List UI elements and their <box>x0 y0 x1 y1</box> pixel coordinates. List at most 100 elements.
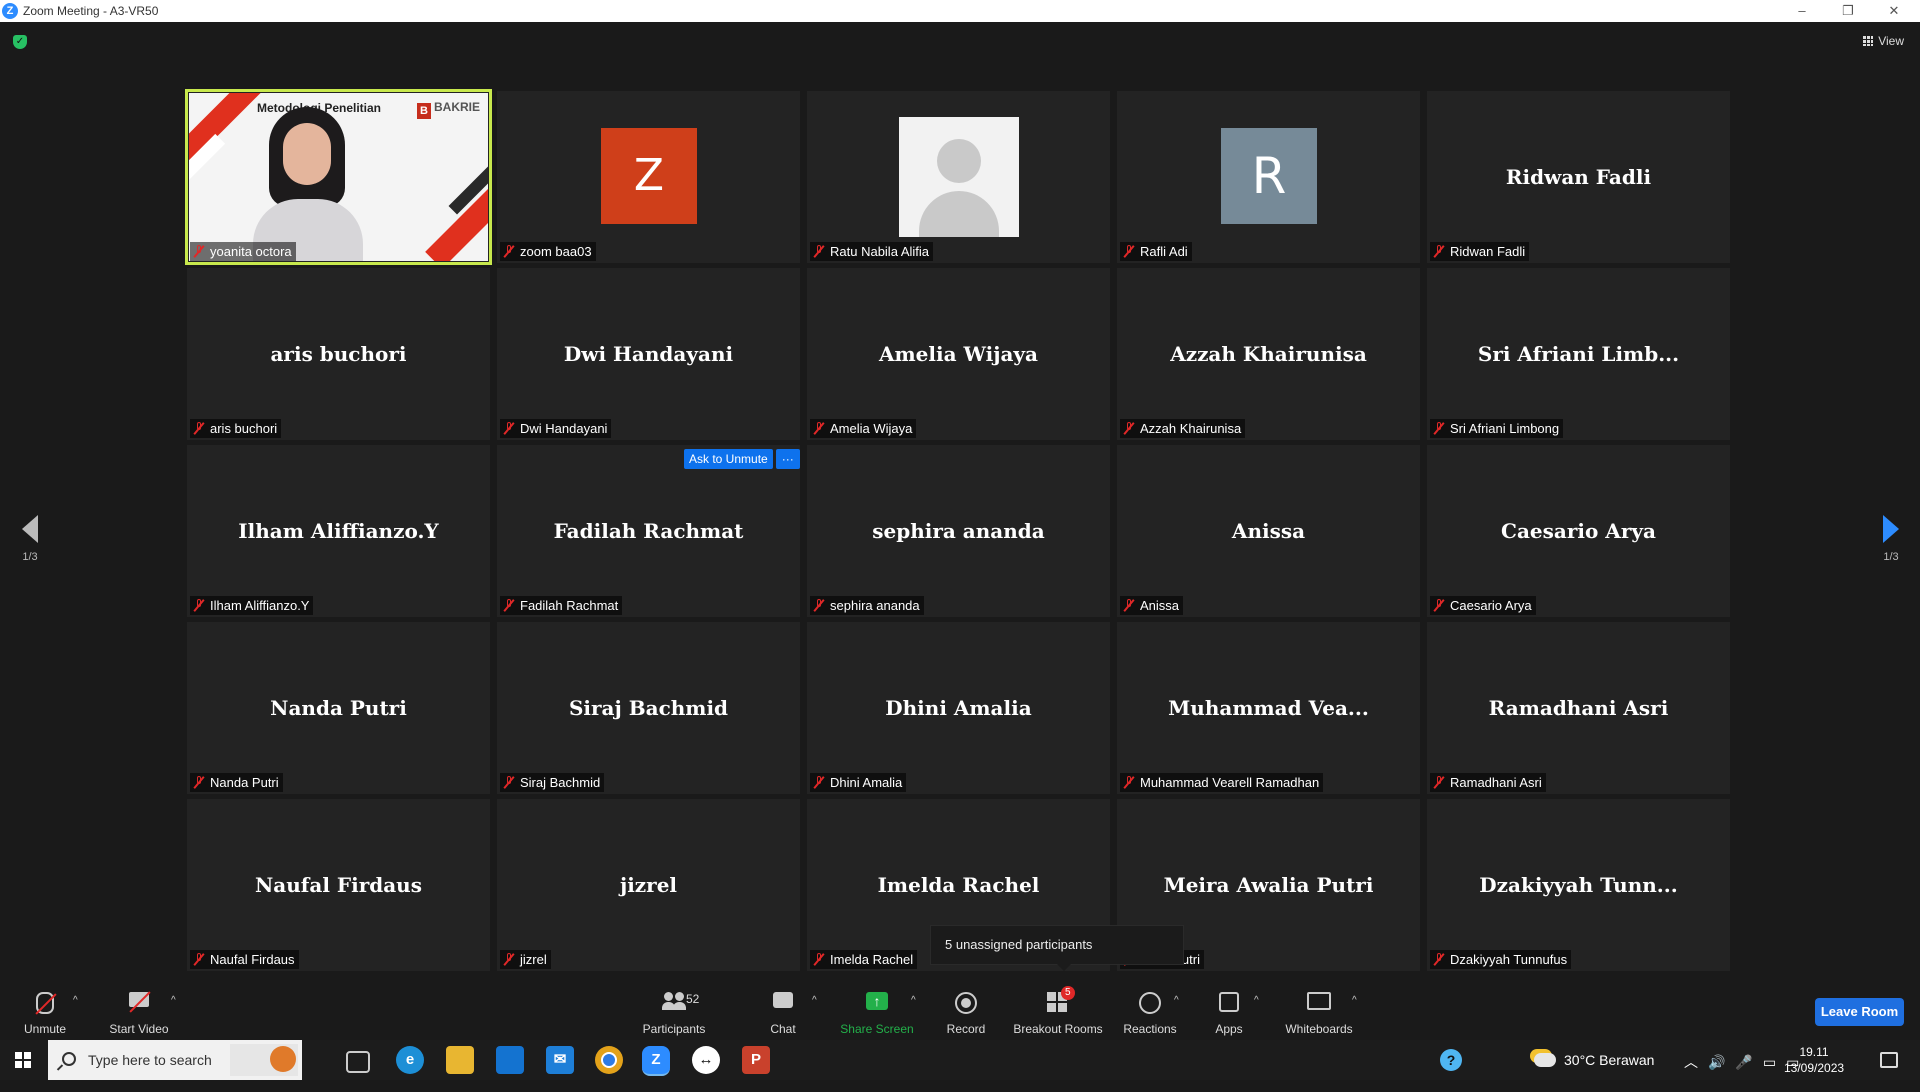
participant-name: Dzakiyyah Tunnufus <box>1450 952 1568 967</box>
participant-tile[interactable]: Azzah Khairunisa Azzah Khairunisa <box>1117 268 1420 440</box>
participant-tile[interactable]: Ilham Aliffianzo.Y Ilham Aliffianzo.Y <box>187 445 490 617</box>
participant-tile[interactable]: Siraj Bachmid Siraj Bachmid <box>497 622 800 794</box>
participant-display-name: Anissa <box>1231 519 1306 543</box>
window-titlebar: Z Zoom Meeting - A3-VR50 – ❐ ✕ <box>0 0 1920 22</box>
chrome-icon[interactable] <box>595 1046 623 1074</box>
shared-slide: Metodologi Penelitian B BAKRIE <box>189 93 488 261</box>
taskbar-search-box[interactable]: Type here to search <box>48 1040 302 1080</box>
participants-label: Participants <box>642 1022 706 1036</box>
participant-tile[interactable]: Fadilah Rachmat Fadilah Rachmat <box>497 445 800 617</box>
whiteboards-button[interactable]: Whiteboards <box>1282 980 1356 1036</box>
participant-display-name: Sri Afriani Limb... <box>1477 342 1680 366</box>
participant-tile[interactable]: Caesario Arya Caesario Arya <box>1427 445 1730 617</box>
teamviewer-icon[interactable]: ↔ <box>692 1046 720 1074</box>
participant-name: jizrel <box>520 952 547 967</box>
participant-tile[interactable]: sephira ananda sephira ananda <box>807 445 1110 617</box>
taskbar-clock[interactable]: 19.11 13/09/2023 <box>1784 1044 1844 1076</box>
restore-button[interactable]: ❐ <box>1838 2 1858 20</box>
share-options-caret[interactable]: ^ <box>911 995 916 1006</box>
more-options-button[interactable]: ··· <box>775 449 800 469</box>
microphone-muted-icon <box>193 422 205 435</box>
ask-to-unmute-button[interactable]: Ask to Unmute <box>684 449 773 469</box>
chat-icon <box>773 992 793 1008</box>
participant-tile[interactable]: aris buchori aris buchori <box>187 268 490 440</box>
whiteboard-icon <box>1307 992 1331 1010</box>
participant-tile[interactable]: Sri Afriani Limb... Sri Afriani Limbong <box>1427 268 1730 440</box>
participant-tile[interactable]: jizrel jizrel <box>497 799 800 971</box>
participant-tile[interactable]: Metodologi Penelitian B BAKRIE yoanita octo… <box>185 89 492 265</box>
windows-start-icon[interactable] <box>15 1052 31 1068</box>
record-button[interactable]: Record <box>942 980 990 1036</box>
microphone-muted-icon <box>1123 245 1135 258</box>
weather-widget[interactable]: 30°C Berawan <box>1534 1052 1654 1092</box>
participant-name: yoanita octora <box>210 244 292 259</box>
task-view-icon[interactable] <box>346 1051 370 1073</box>
unmute-button[interactable]: Unmute <box>14 980 76 1036</box>
weather-text: 30°C Berawan <box>1564 1052 1655 1068</box>
microphone-muted-icon <box>503 245 515 258</box>
video-options-caret[interactable]: ^ <box>171 995 176 1006</box>
microphone-muted-icon <box>1433 776 1445 789</box>
next-page-button[interactable]: 1/3 <box>1876 515 1906 563</box>
zoom-logo-icon: Z <box>2 3 18 19</box>
participant-tile[interactable]: Nanda Putri Nanda Putri <box>187 622 490 794</box>
leave-room-button[interactable]: Leave Room <box>1815 998 1904 1026</box>
reactions-label: Reactions <box>1123 1022 1177 1036</box>
whiteboards-label: Whiteboards <box>1285 1022 1353 1036</box>
participant-display-name: sephira ananda <box>872 519 1045 543</box>
reactions-button[interactable]: Reactions <box>1122 980 1178 1036</box>
start-video-button[interactable]: Start Video <box>104 980 174 1036</box>
zoom-taskbar-icon[interactable]: Z <box>642 1046 670 1076</box>
participant-name: Azzah Khairunisa <box>1140 421 1242 436</box>
participant-tile[interactable]: Ridwan Fadli Ridwan Fadli <box>1427 91 1730 263</box>
participant-tile[interactable]: Zzoom baa03 <box>497 91 800 263</box>
view-button[interactable]: View <box>1863 34 1904 48</box>
participants-button[interactable]: 52 Participants <box>636 980 712 1036</box>
microphone-muted-icon <box>193 953 205 966</box>
apps-options-caret[interactable]: ^ <box>1254 995 1259 1006</box>
apps-button[interactable]: Apps <box>1212 980 1246 1036</box>
participant-display-name: Ilham Aliffianzo.Y <box>238 519 439 543</box>
participant-tile[interactable]: Amelia Wijaya Amelia Wijaya <box>807 268 1110 440</box>
participant-display-name: Imelda Rachel <box>877 873 1040 897</box>
participant-tile[interactable]: Ramadhani Asri Ramadhani Asri <box>1427 622 1730 794</box>
record-label: Record <box>946 1022 986 1036</box>
minimize-button[interactable]: – <box>1792 2 1812 20</box>
edge-browser-icon[interactable]: e <box>396 1046 424 1074</box>
microphone-muted-icon <box>1433 953 1445 966</box>
microphone-muted-icon <box>813 776 825 789</box>
chat-options-caret[interactable]: ^ <box>812 995 817 1006</box>
participant-tile[interactable]: Dzakiyyah Tunn... Dzakiyyah Tunnufus <box>1427 799 1730 971</box>
close-button[interactable]: ✕ <box>1884 2 1904 20</box>
share-screen-button[interactable]: ↑ Share Screen <box>840 980 914 1036</box>
participant-name-label: sephira ananda <box>810 596 924 615</box>
page-indicator-left: 1/3 <box>22 551 38 563</box>
participant-tile[interactable]: Ratu Nabila Alifia <box>807 91 1110 263</box>
arrow-right-icon <box>1883 515 1899 543</box>
security-shield-icon[interactable]: ✓ <box>13 35 27 49</box>
microphone-muted-icon <box>503 599 515 612</box>
file-explorer-icon[interactable] <box>446 1046 474 1074</box>
participant-tile[interactable]: Naufal Firdaus Naufal Firdaus <box>187 799 490 971</box>
breakout-rooms-button[interactable]: 5 Breakout Rooms <box>1012 980 1104 1036</box>
previous-page-button[interactable]: 1/3 <box>15 515 45 563</box>
chat-button[interactable]: Chat <box>762 980 804 1036</box>
grid-view-icon <box>1863 36 1874 46</box>
reactions-options-caret[interactable]: ^ <box>1174 995 1179 1006</box>
whiteboards-options-caret[interactable]: ^ <box>1352 995 1357 1006</box>
audio-options-caret[interactable]: ^ <box>73 995 78 1006</box>
microsoft-store-icon[interactable] <box>496 1046 524 1074</box>
help-icon[interactable]: ? <box>1440 1040 1462 1080</box>
share-screen-icon: ↑ <box>866 992 888 1010</box>
window-title: Zoom Meeting - A3-VR50 <box>23 4 159 18</box>
powerpoint-icon[interactable]: P <box>742 1046 770 1074</box>
participant-name-label: yoanita octora <box>190 242 296 261</box>
participant-tile[interactable]: Dwi Handayani Dwi Handayani <box>497 268 800 440</box>
participant-tile[interactable]: Dhini Amalia Dhini Amalia <box>807 622 1110 794</box>
participant-tile[interactable]: Muhammad Vea... Muhammad Vearell Ramadhan <box>1117 622 1420 794</box>
participant-tile[interactable]: R Rafli Adi <box>1117 91 1420 263</box>
breakout-rooms-icon: 5 <box>1047 986 1075 1012</box>
participant-tile[interactable]: Anissa Anissa <box>1117 445 1420 617</box>
mail-icon[interactable]: ✉ <box>546 1046 574 1074</box>
notifications-icon[interactable] <box>1880 1052 1898 1092</box>
